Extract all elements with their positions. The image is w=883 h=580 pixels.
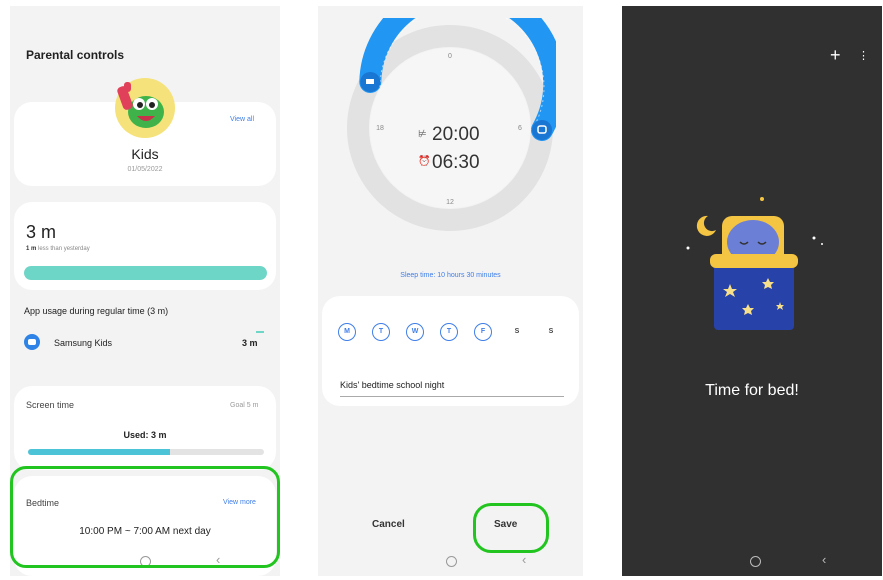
day-toggle-1[interactable]: T: [372, 323, 390, 341]
back-icon[interactable]: ‹: [822, 553, 826, 566]
view-all-link[interactable]: View all: [230, 116, 254, 123]
dial-label-0: 0: [448, 53, 452, 60]
usage-bar: [24, 266, 267, 280]
day-toggle-3[interactable]: T: [440, 323, 458, 341]
add-icon[interactable]: +: [830, 46, 841, 64]
day-toggle-4[interactable]: F: [474, 323, 492, 341]
day-toggle-0[interactable]: M: [338, 323, 356, 341]
bedtime-message: Time for bed!: [705, 382, 799, 399]
nav-bar: ‹: [622, 553, 882, 570]
sleep-time-summary: Sleep time: 10 hours 30 minutes: [400, 272, 501, 279]
day-toggle-2[interactable]: W: [406, 323, 424, 341]
samsung-kids-icon: [24, 334, 40, 350]
app-usage-title: App usage during regular time (3 m): [24, 306, 169, 316]
app-name[interactable]: Samsung Kids: [54, 338, 112, 348]
schedule-name-input[interactable]: Kids' bedtime school night: [340, 380, 444, 390]
dial-label-6: 6: [518, 125, 522, 132]
app-time-mini-bar: [256, 331, 264, 333]
profile-date: 01/05/2022: [127, 166, 163, 173]
bedtime-highlight: [10, 466, 280, 568]
screen-time-card[interactable]: [14, 386, 276, 470]
save-highlight: [473, 503, 549, 553]
screen-time-used: Used: 3 m: [123, 430, 167, 440]
dial-label-18: 18: [376, 125, 384, 132]
profile-name: Kids: [131, 146, 159, 162]
screen-time-goal: Goal 5 m: [230, 402, 259, 409]
day-toggle-5[interactable]: S: [508, 323, 526, 341]
wake-time[interactable]: 06:30: [432, 152, 480, 174]
screen-time-bar-fill: [28, 449, 170, 455]
back-icon[interactable]: ‹: [522, 553, 526, 566]
app-time: 3 m: [242, 338, 258, 348]
day-toggle-6[interactable]: S: [542, 323, 560, 341]
kids-avatar[interactable]: [110, 74, 180, 140]
screen-time-label: Screen time: [26, 400, 75, 410]
nav-bar: ‹: [318, 553, 583, 570]
bed-time[interactable]: 20:00: [432, 124, 480, 146]
bedtime-edit-screen: 0 6 12 18 ⊭ 20:00 ⏰ 06:30 Sleep time: 10…: [318, 6, 583, 576]
cancel-button[interactable]: Cancel: [372, 519, 405, 530]
home-icon[interactable]: [446, 556, 457, 567]
home-icon[interactable]: [750, 556, 761, 567]
sleeping-character-illustration: [686, 197, 823, 330]
dial-label-12: 12: [446, 199, 454, 206]
time-for-bed-screen: + ⋮ Time for bed! ‹: [622, 6, 882, 576]
bed-icon: ⊭: [418, 129, 427, 140]
screen-time-bar: [28, 449, 264, 455]
usage-delta: 1 m less than yesterday: [26, 246, 90, 252]
alarm-icon: ⏰: [418, 156, 431, 167]
input-underline: [340, 396, 564, 397]
page-title: Parental controls: [26, 48, 125, 62]
more-options-icon[interactable]: ⋮: [858, 50, 869, 62]
usage-value: 3 m: [26, 222, 57, 242]
usage-bar-fill: [24, 266, 267, 280]
